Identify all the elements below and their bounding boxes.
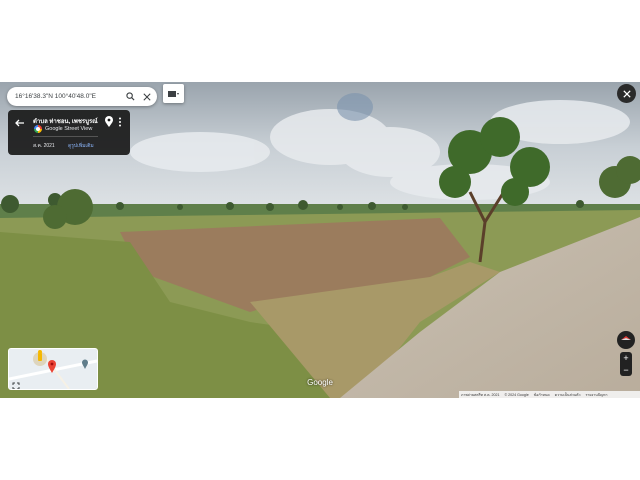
footer-terms-link[interactable]: ข้อกำหนด — [534, 392, 550, 398]
clear-search-icon[interactable] — [140, 90, 154, 104]
google-watermark: Google — [307, 378, 333, 387]
street-view-source: Google Street View — [34, 125, 92, 133]
compass-icon — [620, 331, 632, 349]
pegman-icon — [38, 350, 42, 361]
footer-report-link[interactable]: รายงานปัญหา — [585, 392, 607, 398]
street-view-viewer[interactable]: 16°16'38.3"N 100°40'48.0"E ตำบล ท่าชอน, … — [0, 82, 640, 398]
map-footer: ภาพถ่ายสตรีท ส.ค. 2021 © 2024 Google ข้อ… — [459, 391, 640, 398]
google-logo-icon — [34, 125, 42, 133]
see-more-photos-link[interactable]: ดูรูปเพิ่มเติม — [68, 142, 94, 150]
location-info-card: ตำบล ท่าชอน, เพชรบูรณ์ Google Street Vie… — [8, 110, 130, 155]
footer-capture: ภาพถ่ายสตรีท ส.ค. 2021 — [461, 392, 500, 397]
divider — [33, 136, 98, 137]
search-box[interactable]: 16°16'38.3"N 100°40'48.0"E — [7, 87, 157, 106]
zoom-in-button[interactable]: + — [620, 352, 632, 364]
zoom-out-button[interactable]: − — [620, 364, 632, 376]
close-icon — [622, 85, 631, 103]
arrow-left-icon[interactable] — [14, 116, 26, 128]
compass-button[interactable] — [617, 331, 635, 349]
layers-button[interactable] — [163, 84, 184, 103]
close-street-view-button[interactable] — [617, 84, 636, 103]
search-input[interactable]: 16°16'38.3"N 100°40'48.0"E — [7, 93, 123, 100]
capture-date[interactable]: ส.ค. 2021 — [33, 142, 55, 150]
footer-copyright: © 2024 Google — [504, 392, 529, 397]
footer-privacy-link[interactable]: ความเป็นส่วนตัว — [555, 392, 581, 398]
layers-icon — [167, 85, 180, 103]
source-label: Google Street View — [45, 126, 93, 132]
search-icon[interactable] — [123, 90, 137, 104]
location-pin-icon[interactable] — [104, 115, 114, 127]
more-vert-icon[interactable] — [117, 115, 123, 127]
zoom-controls: + − — [620, 352, 632, 376]
